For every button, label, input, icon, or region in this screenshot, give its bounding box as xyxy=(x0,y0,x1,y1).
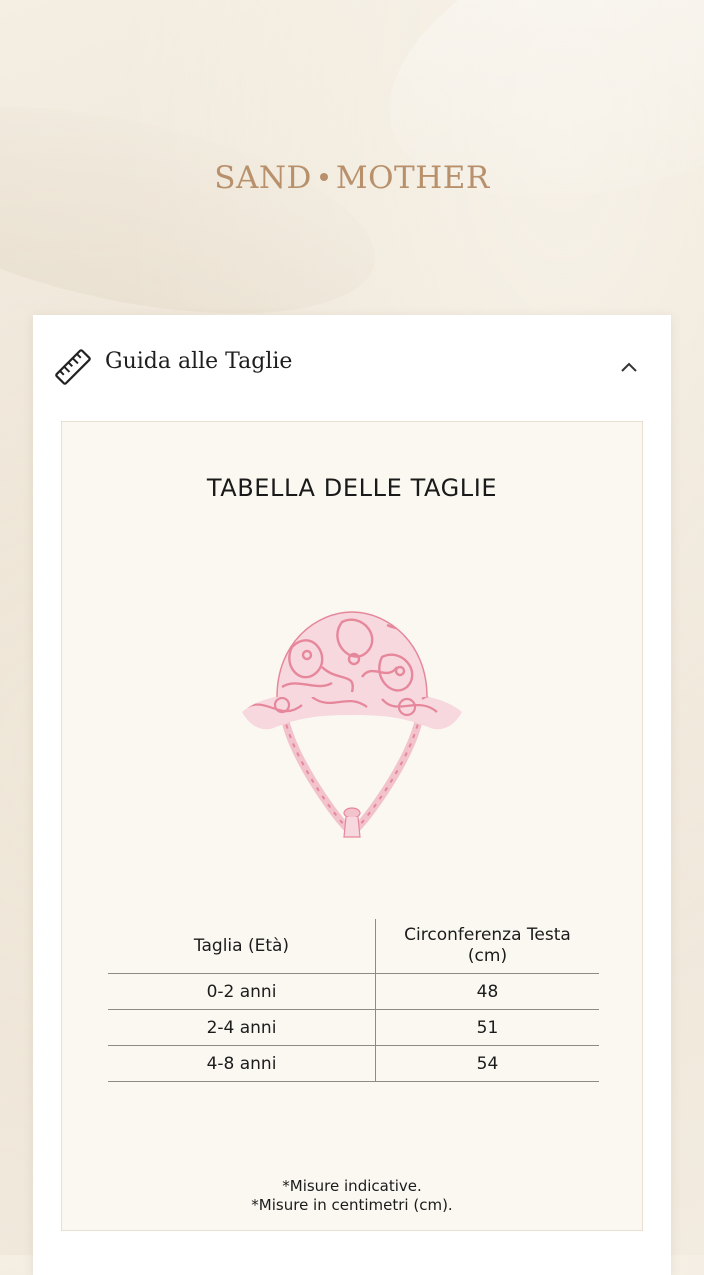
size-cell: 4-8 anni xyxy=(108,1045,376,1082)
note-indicative: *Misure indicative. xyxy=(282,1177,422,1195)
table-header-row: Taglia (Età) Circonferenza Testa (cm) xyxy=(108,919,599,974)
brand-logo-left: SAND xyxy=(214,160,312,196)
size-chart-title: TABELLA DELLE TAGLIE xyxy=(206,474,498,502)
brand-logo-right: MOTHER xyxy=(335,160,490,196)
brand-logo: SAND MOTHER xyxy=(0,160,704,196)
head-circumference-cell: 54 xyxy=(375,1045,599,1082)
background-fold-shadow xyxy=(0,67,394,353)
size-cell: 2-4 anni xyxy=(108,1009,376,1046)
head-circumference-cell: 48 xyxy=(375,973,599,1010)
head-circumference-column-header: Circonferenza Testa (cm) xyxy=(375,919,599,974)
ruler-icon xyxy=(55,349,91,385)
brand-logo-dot xyxy=(319,172,328,181)
chevron-up-icon[interactable] xyxy=(619,357,639,377)
table-row: 4-8 anni 54 xyxy=(108,1045,599,1082)
size-chart-notes: *Misure indicative. *Misure in centimetr… xyxy=(62,1177,642,1215)
size-cell: 0-2 anni xyxy=(108,973,376,1010)
size-guide-card: Guida alle Taglie TABELLA DELLE TAGLIE T… xyxy=(33,315,671,1275)
size-chart-table: Taglia (Età) Circonferenza Testa (cm) 0-… xyxy=(108,919,599,1082)
table-row: 0-2 anni 48 xyxy=(108,973,599,1010)
size-guide-title: Guida alle Taglie xyxy=(105,349,293,374)
size-column-header: Taglia (Età) xyxy=(108,919,376,974)
note-units: *Misure in centimetri (cm). xyxy=(251,1196,453,1214)
bucket-hat-image xyxy=(242,611,462,838)
size-chart-panel: TABELLA DELLE TAGLIE Taglia (Età) Circon… xyxy=(61,421,643,1231)
head-circumference-cell: 51 xyxy=(375,1009,599,1046)
size-guide-accordion-header[interactable]: Guida alle Taglie xyxy=(33,315,671,419)
table-row: 2-4 anni 51 xyxy=(108,1009,599,1046)
background-fold-highlight xyxy=(352,0,704,254)
